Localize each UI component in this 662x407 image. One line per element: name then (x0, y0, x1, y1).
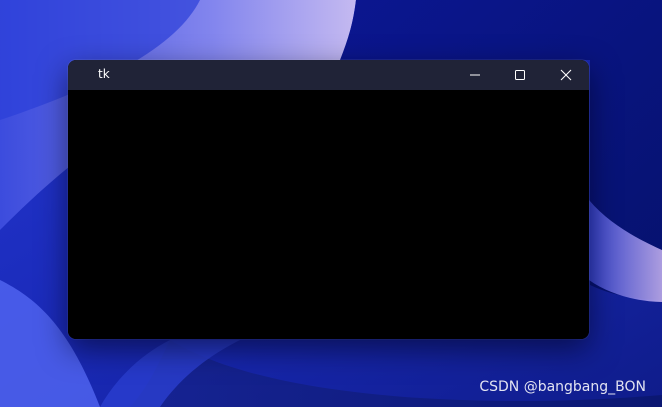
maximize-button[interactable] (497, 60, 543, 90)
close-icon (560, 69, 572, 81)
maximize-icon (515, 70, 525, 80)
minimize-button[interactable] (452, 60, 498, 90)
tk-window[interactable]: tk (68, 60, 589, 339)
title-bar[interactable]: tk (68, 60, 589, 90)
window-title: tk (98, 67, 110, 81)
desktop: tk CSDN @bangbang_BON (0, 0, 662, 407)
window-client-area[interactable] (68, 90, 589, 339)
minimize-icon (470, 74, 480, 76)
close-button[interactable] (543, 60, 589, 90)
watermark-text: CSDN @bangbang_BON (479, 379, 646, 395)
